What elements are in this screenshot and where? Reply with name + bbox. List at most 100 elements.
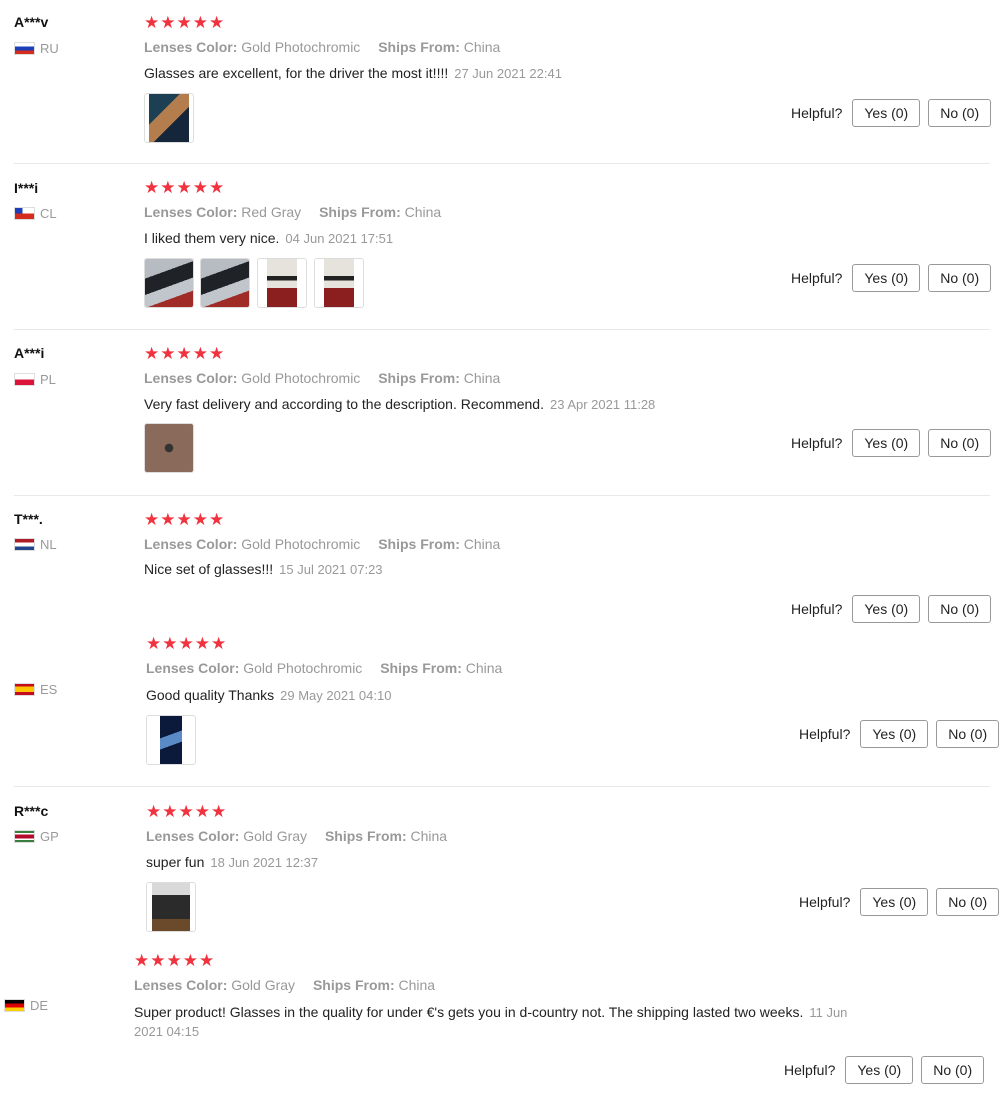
- helpful-label: Helpful?: [791, 270, 843, 286]
- reviewer-country: GP: [14, 829, 59, 844]
- ships-from-value: China: [463, 370, 501, 386]
- lenses-color-label: Lenses Color:: [144, 204, 238, 220]
- product-attributes: Lenses Color: Gold Photochromic Ships Fr…: [144, 536, 500, 552]
- lenses-color-label: Lenses Color:: [144, 370, 238, 386]
- helpful-yes-button[interactable]: Yes (0): [852, 99, 921, 127]
- review-photo[interactable]: [200, 258, 250, 308]
- reviewer-name: A***i: [14, 345, 45, 361]
- reviewer-name: T***.: [14, 511, 43, 527]
- helpful-no-button[interactable]: No (0): [928, 99, 992, 127]
- country-code: NL: [40, 537, 57, 552]
- flag-pl-icon: [14, 373, 35, 386]
- review-photo[interactable]: [144, 258, 194, 308]
- review-date: 18 Jun 2021 12:37: [210, 855, 319, 870]
- lenses-color-value: Gold Gray: [243, 828, 308, 844]
- photo-image: [152, 883, 190, 931]
- lenses-color-label: Lenses Color:: [144, 39, 238, 55]
- helpful-vote: Helpful? Yes (0) No (0): [791, 429, 992, 457]
- helpful-yes-button[interactable]: Yes (0): [852, 429, 921, 457]
- review-body: Nice set of glasses!!!: [144, 561, 274, 577]
- lenses-color-value: Gold Photochromic: [241, 370, 361, 386]
- flag-de-icon: [4, 999, 25, 1012]
- review-text: Glasses are excellent, for the driver th…: [144, 65, 562, 81]
- product-attributes: Lenses Color: Red Gray Ships From: China: [144, 204, 441, 220]
- reviewer-name: A***v: [14, 14, 49, 30]
- star-rating: ★★★★★: [144, 178, 226, 197]
- review-date: 23 Apr 2021 11:28: [549, 397, 656, 412]
- lenses-color-value: Gold Photochromic: [243, 660, 363, 676]
- reviewer-country: ES: [14, 682, 57, 697]
- lenses-color-label: Lenses Color:: [134, 977, 228, 993]
- review-date: 04 Jun 2021 17:51: [285, 231, 394, 246]
- review-body: super fun: [146, 854, 205, 870]
- country-code: CL: [40, 206, 57, 221]
- divider: [14, 163, 990, 164]
- helpful-no-button[interactable]: No (0): [921, 1056, 985, 1084]
- ships-from-value: China: [410, 828, 448, 844]
- country-code: DE: [30, 998, 49, 1013]
- helpful-yes-button[interactable]: Yes (0): [860, 720, 929, 748]
- helpful-label: Helpful?: [791, 435, 843, 451]
- ships-from-label: Ships From:: [378, 39, 460, 55]
- helpful-yes-button[interactable]: Yes (0): [845, 1056, 914, 1084]
- product-attributes: Lenses Color: Gold Gray Ships From: Chin…: [146, 828, 447, 844]
- photo-image: [160, 716, 182, 764]
- helpful-label: Helpful?: [791, 601, 843, 617]
- helpful-no-button[interactable]: No (0): [936, 888, 1000, 916]
- reviewer-country: PL: [14, 372, 56, 387]
- flag-gp-icon: [14, 830, 35, 843]
- lenses-color-label: Lenses Color:: [146, 828, 240, 844]
- review-date: 29 May 2021 04:10: [280, 688, 392, 703]
- product-attributes: Lenses Color: Gold Photochromic Ships Fr…: [146, 660, 502, 676]
- photo-image: [324, 259, 354, 307]
- lenses-color-label: Lenses Color:: [146, 660, 240, 676]
- helpful-no-button[interactable]: No (0): [928, 429, 992, 457]
- lenses-color-value: Red Gray: [241, 204, 302, 220]
- ships-from-label: Ships From:: [380, 660, 462, 676]
- review-photo[interactable]: [144, 423, 194, 473]
- ships-from-value: China: [465, 660, 503, 676]
- review-body: Glasses are excellent, for the driver th…: [144, 65, 449, 81]
- photo-image: [145, 424, 193, 472]
- reviewer-name: I***i: [14, 180, 39, 196]
- review-text: Good quality Thanks 29 May 2021 04:10: [146, 687, 391, 703]
- reviewer-country: NL: [14, 537, 57, 552]
- star-rating: ★★★★★: [144, 13, 226, 32]
- review-photo[interactable]: [257, 258, 307, 308]
- country-code: ES: [40, 682, 58, 697]
- helpful-label: Helpful?: [784, 1062, 836, 1078]
- photo-image: [201, 259, 249, 307]
- divider: [14, 329, 990, 330]
- helpful-vote: Helpful? Yes (0) No (0): [791, 595, 992, 623]
- review-photo[interactable]: [144, 93, 194, 143]
- helpful-vote: Helpful? Yes (0) No (0): [799, 888, 1000, 916]
- review-photo[interactable]: [146, 882, 196, 932]
- reviewer-name: R***c: [14, 803, 49, 819]
- helpful-no-button[interactable]: No (0): [936, 720, 1000, 748]
- divider: [14, 495, 990, 496]
- ships-from-label: Ships From:: [319, 204, 401, 220]
- helpful-no-button[interactable]: No (0): [928, 264, 992, 292]
- country-code: PL: [40, 372, 56, 387]
- review-body: Super product! Glasses in the quality fo…: [134, 1004, 804, 1020]
- review-photo[interactable]: [146, 715, 196, 765]
- photo-image: [267, 259, 297, 307]
- lenses-color-value: Gold Photochromic: [241, 39, 361, 55]
- helpful-yes-button[interactable]: Yes (0): [860, 888, 929, 916]
- helpful-no-button[interactable]: No (0): [928, 595, 992, 623]
- star-rating: ★★★★★: [134, 951, 216, 970]
- helpful-vote: Helpful? Yes (0) No (0): [791, 264, 992, 292]
- review-date: 27 Jun 2021 22:41: [454, 66, 562, 81]
- review-text: super fun 18 Jun 2021 12:37: [146, 854, 318, 870]
- star-rating: ★★★★★: [146, 802, 228, 821]
- review-photo[interactable]: [314, 258, 364, 308]
- helpful-yes-button[interactable]: Yes (0): [852, 595, 921, 623]
- flag-nl-icon: [14, 538, 35, 551]
- product-attributes: Lenses Color: Gold Photochromic Ships Fr…: [144, 39, 500, 55]
- flag-ru-icon: [14, 42, 35, 55]
- helpful-label: Helpful?: [791, 105, 843, 121]
- helpful-yes-button[interactable]: Yes (0): [852, 264, 921, 292]
- review-text: Nice set of glasses!!! 15 Jul 2021 07:23: [144, 561, 383, 577]
- product-attributes: Lenses Color: Gold Photochromic Ships Fr…: [144, 370, 500, 386]
- ships-from-label: Ships From:: [312, 977, 395, 993]
